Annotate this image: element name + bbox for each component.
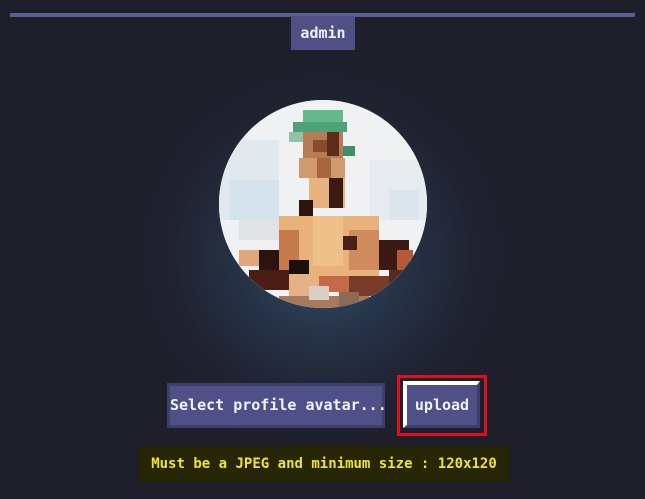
upload-button[interactable]: upload [403, 381, 480, 428]
username-label: admin [291, 16, 355, 50]
upload-requirements-note: Must be a JPEG and minimum size : 120x12… [139, 446, 509, 482]
select-avatar-button[interactable]: Select profile avatar... [167, 383, 387, 428]
avatar-image [219, 100, 427, 308]
profile-avatar [219, 100, 427, 308]
